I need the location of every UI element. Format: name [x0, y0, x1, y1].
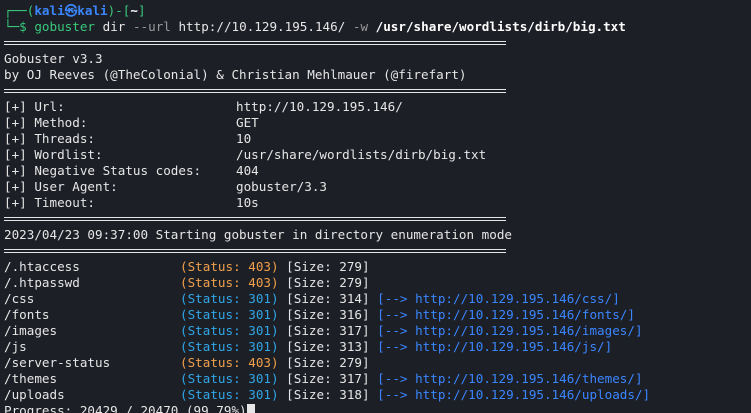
result-status: (Status: 403) [180, 355, 279, 370]
result-redirect: [--> http://10.129.195.146/images/] [377, 323, 643, 338]
result-status: (Status: 403) [180, 275, 279, 290]
result-redirect: [--> http://10.129.195.146/css/] [377, 291, 620, 306]
result-size: [Size: 314] [286, 291, 370, 306]
result-size: [Size: 317] [286, 323, 370, 338]
result-path: /js [4, 339, 27, 354]
result-status: (Status: 301) [180, 323, 279, 338]
prompt-host: kali [77, 3, 108, 18]
result-redirect: [--> http://10.129.195.146/uploads/] [377, 387, 651, 402]
banner-title: Gobuster v3.3 [4, 51, 103, 66]
result-path: /.htpasswd [4, 275, 80, 290]
config-row: [+] Threads: 10 [0, 131, 751, 147]
results-list: /.htaccess (Status: 403) [Size: 279] /.ht… [0, 259, 751, 403]
separator [0, 83, 751, 99]
config-value: 10 [236, 131, 252, 146]
config-row: [+] Wordlist: /usr/share/wordlists/dirb/b… [0, 147, 751, 163]
prompt-user: kali [34, 3, 65, 18]
result-redirect: [--> http://10.129.195.146/themes/] [377, 371, 643, 386]
result-path: /server-status [4, 355, 111, 370]
config-value: 10s [236, 195, 259, 210]
config-row: [+] Method: GET [0, 115, 751, 131]
result-row: /fonts (Status: 301) [Size: 316] [--> htt… [0, 307, 751, 323]
config-value: http://10.129.195.146/ [236, 99, 403, 114]
result-row: /images (Status: 301) [Size: 317] [--> ht… [0, 323, 751, 339]
config-row: [+] Timeout: 10s [0, 195, 751, 211]
command-wordlist: /usr/share/wordlists/dirb/big.txt [375, 19, 626, 34]
config-key: [+] Method: [4, 115, 88, 130]
command-arg-dir: dir [102, 19, 126, 34]
config-key: [+] Negative Status codes: [4, 163, 202, 178]
progress-text: Progress: 20429 / 20470 (99.79%) [4, 403, 247, 413]
result-redirect: [--> http://10.129.195.146/fonts/] [377, 307, 635, 322]
result-status: (Status: 301) [180, 387, 279, 402]
result-path: /images [4, 323, 58, 338]
config-key: [+] Url: [4, 99, 65, 114]
config-value: GET [236, 115, 259, 130]
start-message: 2023/04/23 09:37:00 Starting gobuster in… [4, 227, 512, 242]
command-flag-w: -w [352, 19, 369, 34]
result-status: (Status: 301) [180, 307, 279, 322]
result-row: /uploads (Status: 301) [Size: 318] [--> h… [0, 387, 751, 403]
prompt-directory: ~ [130, 3, 138, 18]
result-row: /.htaccess (Status: 403) [Size: 279] [0, 259, 751, 275]
result-row: /js (Status: 301) [Size: 313] [--> http:/… [0, 339, 751, 355]
result-size: [Size: 279] [286, 275, 370, 290]
result-path: /uploads [4, 387, 65, 402]
result-size: [Size: 313] [286, 339, 370, 354]
result-size: [Size: 316] [286, 307, 370, 322]
separator [0, 35, 751, 51]
result-path: /css [4, 291, 35, 306]
result-size: [Size: 279] [286, 355, 370, 370]
config-value: gobuster/3.3 [236, 179, 327, 194]
prompt-bracket: )-[ [107, 3, 131, 18]
config-value: 404 [236, 163, 259, 178]
banner-authors: by OJ Reeves (@TheColonial) & Christian … [4, 67, 467, 82]
result-redirect: [--> http://10.129.195.146/js/] [377, 339, 613, 354]
terminal-cursor [246, 404, 255, 413]
config-key: [+] Timeout: [4, 195, 95, 210]
prompt-at-symbol: ㉿ [64, 3, 78, 18]
result-status: (Status: 301) [180, 291, 279, 306]
command-flag-url: --url [132, 19, 171, 34]
config-key: [+] Threads: [4, 131, 95, 146]
result-status: (Status: 403) [180, 259, 279, 274]
command-url: http://10.129.195.146/ [178, 19, 346, 34]
config-value: /usr/share/wordlists/dirb/big.txt [236, 147, 487, 162]
result-row: /themes (Status: 301) [Size: 317] [--> ht… [0, 371, 751, 387]
prompt-bracket-close: ] [137, 3, 146, 18]
result-path: /themes [4, 371, 58, 386]
result-status: (Status: 301) [180, 371, 279, 386]
progress-line: Progress: 20429 / 20470 (99.79%) [0, 403, 751, 413]
config-row: [+] Url: http://10.129.195.146/ [0, 99, 751, 115]
config-key: [+] User Agent: [4, 179, 118, 194]
separator [0, 243, 751, 259]
config-key: [+] Wordlist: [4, 147, 103, 162]
result-size: [Size: 279] [286, 259, 370, 274]
prompt-prefix: ┌──( [4, 3, 35, 18]
command-name: gobuster [34, 19, 96, 34]
prompt-symbol: └─$ [4, 19, 27, 34]
result-row: /server-status (Status: 403) [Size: 279] [0, 355, 751, 371]
config-row: [+] Negative Status codes: 404 [0, 163, 751, 179]
result-row: /css (Status: 301) [Size: 314] [--> http:… [0, 291, 751, 307]
config-block: [+] Url: http://10.129.195.146/ [+] Metho… [0, 99, 751, 211]
prompt-line-top: ┌──(kali㉿kali)-[~] [0, 3, 751, 19]
result-row: /.htpasswd (Status: 403) [Size: 279] [0, 275, 751, 291]
result-path: /.htaccess [4, 259, 80, 274]
separator [0, 211, 751, 227]
result-size: [Size: 317] [286, 371, 370, 386]
config-row: [+] User Agent: gobuster/3.3 [0, 179, 751, 195]
result-size: [Size: 318] [286, 387, 370, 402]
command-line[interactable]: └─$ gobuster dir --url http://10.129.195… [0, 19, 751, 35]
result-status: (Status: 301) [180, 339, 279, 354]
result-path: /fonts [4, 307, 50, 322]
terminal-window[interactable]: ┌──(kali㉿kali)-[~] └─$ gobuster dir --ur… [0, 0, 751, 413]
